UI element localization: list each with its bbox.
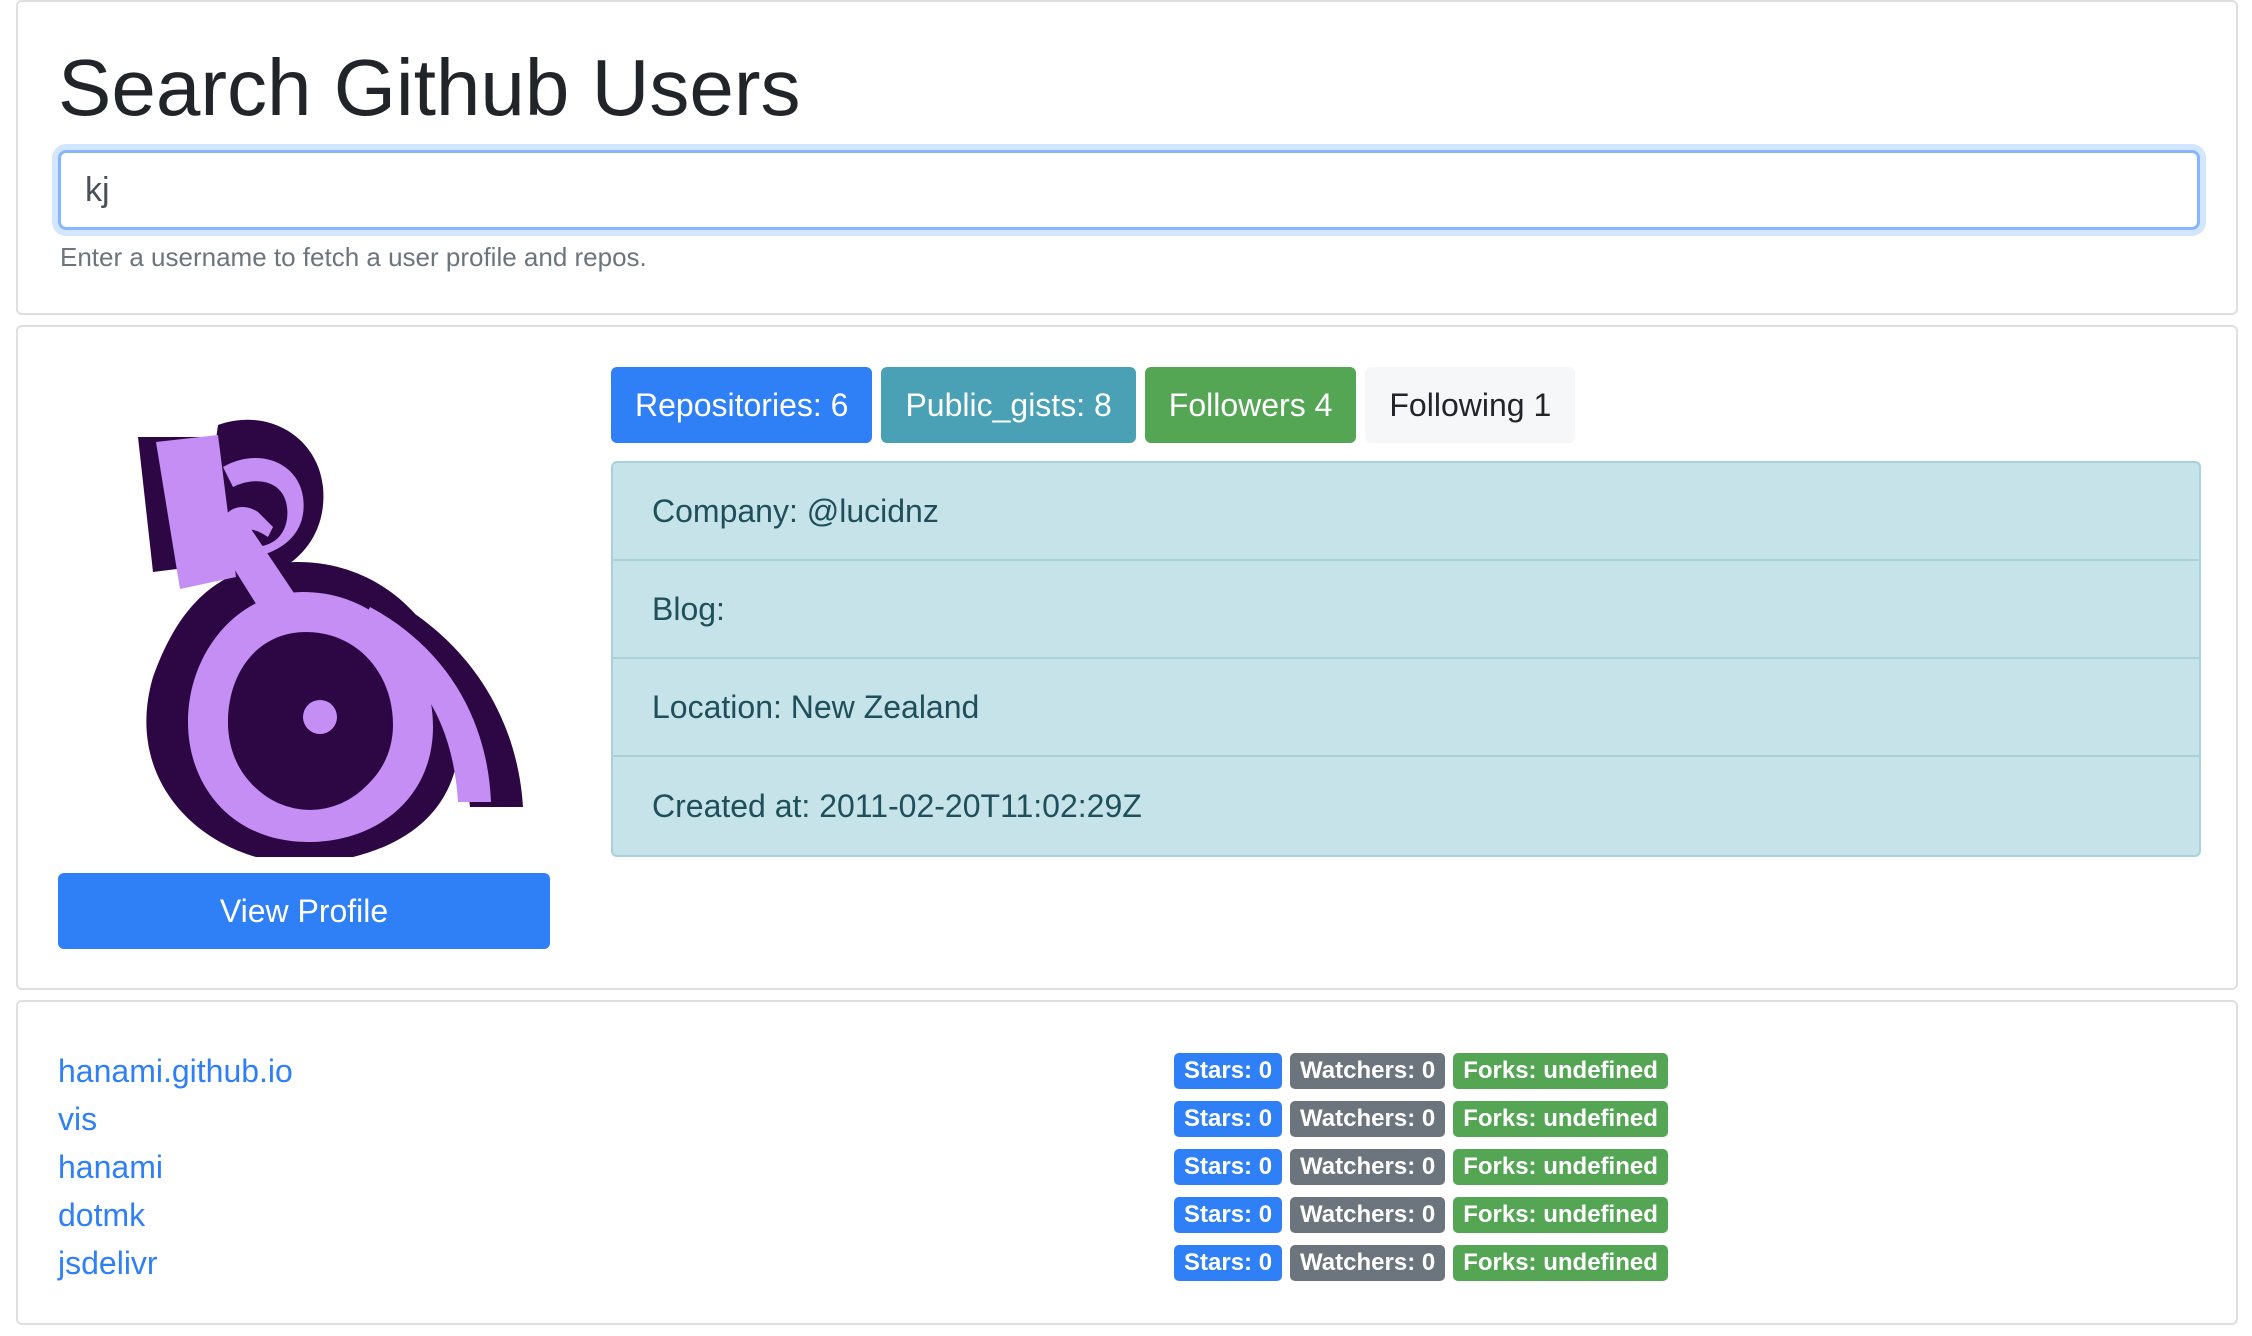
search-help-text: Enter a username to fetch a user profile… bbox=[60, 242, 647, 272]
forks-badge: Forks: undefined bbox=[1453, 1149, 1668, 1185]
created-at-info: Created at: 2011-02-20T11:02:29Z bbox=[652, 787, 1142, 824]
profile-stats: Repositories: 6 Public_gists: 8 Follower… bbox=[611, 367, 1576, 443]
repo-link[interactable]: jsdelivr bbox=[58, 1239, 158, 1287]
watchers-badge: Watchers: 0 bbox=[1290, 1101, 1446, 1137]
repo-badges: Stars: 0 Watchers: 0 Forks: undefined bbox=[1174, 1245, 1668, 1281]
view-profile-button[interactable]: View Profile bbox=[58, 873, 550, 949]
profile-info-list: Company: @lucidnz Blog: Location: New Ze… bbox=[611, 461, 2201, 857]
watchers-badge: Watchers: 0 bbox=[1290, 1245, 1446, 1281]
repo-list: hanami.github.io Stars: 0 Watchers: 0 Fo… bbox=[58, 1047, 2198, 1287]
search-input[interactable] bbox=[58, 150, 2200, 230]
blog-info: Blog: bbox=[613, 561, 2199, 659]
repo-badges: Stars: 0 Watchers: 0 Forks: undefined bbox=[1174, 1101, 1668, 1137]
repo-badges: Stars: 0 Watchers: 0 Forks: undefined bbox=[1174, 1149, 1668, 1185]
repo-link[interactable]: dotmk bbox=[58, 1191, 145, 1239]
stars-badge: Stars: 0 bbox=[1174, 1053, 1283, 1089]
profile-card: View Profile Repositories: 6 Public_gist… bbox=[16, 325, 2238, 990]
repo-row: vis Stars: 0 Watchers: 0 Forks: undefine… bbox=[58, 1095, 2198, 1143]
repo-link[interactable]: hanami.github.io bbox=[58, 1047, 293, 1095]
repo-row: hanami Stars: 0 Watchers: 0 Forks: undef… bbox=[58, 1143, 2198, 1191]
forks-badge: Forks: undefined bbox=[1453, 1197, 1668, 1233]
forks-badge: Forks: undefined bbox=[1453, 1101, 1668, 1137]
stars-badge: Stars: 0 bbox=[1174, 1101, 1283, 1137]
repo-badges: Stars: 0 Watchers: 0 Forks: undefined bbox=[1174, 1197, 1668, 1233]
repo-row: jsdelivr Stars: 0 Watchers: 0 Forks: und… bbox=[58, 1239, 2198, 1287]
repo-badges: Stars: 0 Watchers: 0 Forks: undefined bbox=[1174, 1053, 1668, 1089]
stars-badge: Stars: 0 bbox=[1174, 1149, 1283, 1185]
forks-badge: Forks: undefined bbox=[1453, 1053, 1668, 1089]
forks-badge: Forks: undefined bbox=[1453, 1245, 1668, 1281]
company-info: Company: @lucidnz bbox=[613, 463, 2199, 561]
avatar-image bbox=[138, 419, 523, 857]
repo-link[interactable]: hanami bbox=[58, 1143, 163, 1191]
repositories-badge: Repositories: 6 bbox=[611, 367, 873, 443]
public-gists-badge: Public_gists: 8 bbox=[881, 367, 1136, 443]
search-card: Search Github Users Enter a username to … bbox=[16, 0, 2238, 315]
watchers-badge: Watchers: 0 bbox=[1290, 1197, 1446, 1233]
repo-row: hanami.github.io Stars: 0 Watchers: 0 Fo… bbox=[58, 1047, 2198, 1095]
following-badge: Following 1 bbox=[1365, 367, 1576, 443]
stars-badge: Stars: 0 bbox=[1174, 1197, 1283, 1233]
avatar bbox=[58, 367, 548, 857]
repo-link[interactable]: vis bbox=[58, 1095, 97, 1143]
followers-badge: Followers 4 bbox=[1144, 367, 1357, 443]
watchers-badge: Watchers: 0 bbox=[1290, 1053, 1446, 1089]
watchers-badge: Watchers: 0 bbox=[1290, 1149, 1446, 1185]
stars-badge: Stars: 0 bbox=[1174, 1245, 1283, 1281]
location-info: Location: New Zealand bbox=[613, 659, 2199, 757]
page-title: Search Github Users bbox=[58, 43, 801, 132]
repos-card: hanami.github.io Stars: 0 Watchers: 0 Fo… bbox=[16, 1000, 2238, 1325]
repo-row: dotmk Stars: 0 Watchers: 0 Forks: undefi… bbox=[58, 1191, 2198, 1239]
